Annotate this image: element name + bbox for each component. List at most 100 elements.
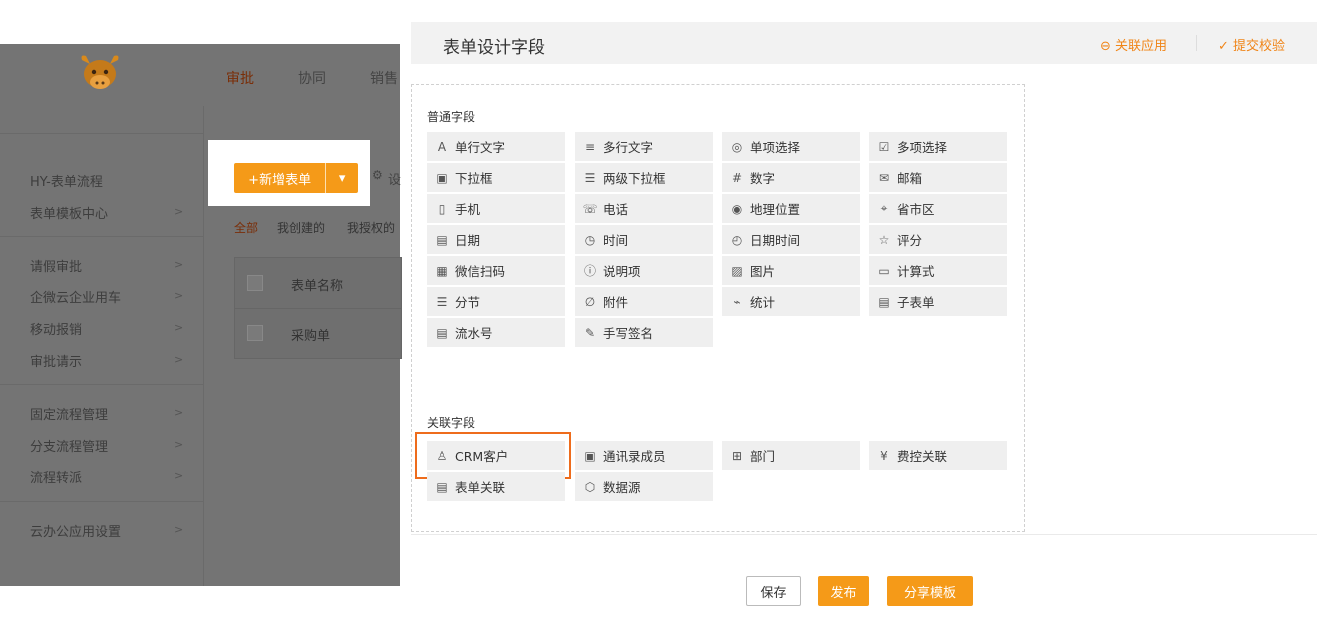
sidebar-item-branch-flow[interactable]: 分支流程管理 bbox=[30, 436, 108, 455]
field-radio[interactable]: ◎ 单项选择 bbox=[722, 132, 860, 161]
field-image[interactable]: ▨ 图片 bbox=[722, 256, 860, 285]
field-org[interactable]: ⊞ 部门 bbox=[722, 441, 860, 470]
field-label: 电话 bbox=[603, 202, 629, 217]
row-checkbox[interactable] bbox=[247, 325, 263, 341]
field-qrcode[interactable]: ▦ 微信扫码 bbox=[427, 256, 565, 285]
field-contacts[interactable]: ▣ 通讯录成员 bbox=[575, 441, 713, 470]
gear-icon[interactable]: ⚙ bbox=[372, 168, 383, 182]
sidebar-item-reimburse[interactable]: 移动报销 bbox=[30, 319, 82, 338]
dropdown-icon: ▣ bbox=[436, 170, 448, 185]
filter-all[interactable]: 全部 bbox=[234, 219, 258, 236]
field-mail[interactable]: ✉ 邮箱 bbox=[869, 163, 1007, 192]
field-label: 分节 bbox=[455, 295, 481, 310]
field-datetime[interactable]: ◴ 日期时间 bbox=[722, 225, 860, 254]
field-user[interactable]: ♙ CRM客户 bbox=[427, 441, 565, 470]
field-label: 单行文字 bbox=[455, 140, 506, 155]
star-icon: ☆ bbox=[878, 232, 890, 247]
panel-title: 表单设计字段 bbox=[443, 38, 545, 58]
location-icon: ◉ bbox=[731, 201, 743, 216]
form-link-icon: ▤ bbox=[436, 479, 448, 494]
field-telephone[interactable]: ☏ 电话 bbox=[575, 194, 713, 223]
link-app-button[interactable]: ⊖ 关联应用 bbox=[1100, 35, 1167, 54]
field-phone[interactable]: ▯ 手机 bbox=[427, 194, 565, 223]
chevron-right-icon: > bbox=[174, 438, 184, 451]
field-subform[interactable]: ▤ 子表单 bbox=[869, 287, 1007, 316]
field-label: 图片 bbox=[750, 264, 776, 279]
publish-button[interactable]: 发布 bbox=[818, 576, 869, 606]
region-icon: ⌖ bbox=[880, 201, 888, 215]
field-section[interactable]: ☰ 分节 bbox=[427, 287, 565, 316]
filter-authorized[interactable]: 我授权的 bbox=[347, 219, 395, 236]
link-app-label: 关联应用 bbox=[1115, 39, 1168, 54]
sidebar-separator bbox=[0, 133, 203, 134]
sidebar-divider bbox=[203, 106, 204, 586]
sidebar-item-transfer[interactable]: 流程转派 bbox=[30, 467, 82, 486]
footer-divider bbox=[411, 534, 1317, 535]
field-label: 附件 bbox=[603, 295, 629, 310]
field-formula[interactable]: ▭ 计算式 bbox=[869, 256, 1007, 285]
chevron-right-icon: > bbox=[174, 353, 184, 366]
text-icon: A bbox=[437, 139, 447, 154]
link-icon: ⊖ bbox=[1100, 39, 1111, 54]
nav-approval[interactable]: 审批 bbox=[226, 68, 254, 88]
chevron-down-icon[interactable]: ▾ bbox=[325, 163, 358, 193]
submit-check-button[interactable]: ✓ 提交校验 bbox=[1218, 35, 1285, 54]
field-label: 微信扫码 bbox=[455, 264, 506, 279]
radio-icon: ◎ bbox=[731, 139, 743, 154]
field-label: 费控关联 bbox=[897, 449, 948, 464]
related-fields-label: 关联字段 bbox=[427, 416, 476, 430]
field-label: 日期时间 bbox=[750, 233, 801, 248]
field-text[interactable]: A 单行文字 bbox=[427, 132, 565, 161]
field-star[interactable]: ☆ 评分 bbox=[869, 225, 1007, 254]
check-circle-icon: ✓ bbox=[1218, 39, 1229, 54]
field-info[interactable]: ⓘ 说明项 bbox=[575, 256, 713, 285]
sidebar-item-car[interactable]: 企微云企业用车 bbox=[30, 287, 121, 306]
signature-icon: ✎ bbox=[584, 325, 596, 340]
chevron-right-icon: > bbox=[174, 406, 184, 419]
field-cube[interactable]: ⬡ 数据源 bbox=[575, 472, 713, 501]
field-serial[interactable]: ▤ 流水号 bbox=[427, 318, 565, 347]
field-multiline[interactable]: ≡ 多行文字 bbox=[575, 132, 713, 161]
sidebar-item-fixed-flow[interactable]: 固定流程管理 bbox=[30, 404, 108, 423]
field-cascade[interactable]: ☰ 两级下拉框 bbox=[575, 163, 713, 192]
nav-sales[interactable]: 销售 bbox=[370, 68, 398, 88]
table-cell-name[interactable]: 采购单 bbox=[291, 325, 330, 344]
field-stats[interactable]: ⌁ 统计 bbox=[722, 287, 860, 316]
field-form-link[interactable]: ▤ 表单关联 bbox=[427, 472, 565, 501]
sidebar-separator bbox=[0, 236, 203, 237]
field-checkbox[interactable]: ☑ 多项选择 bbox=[869, 132, 1007, 161]
nav-collab[interactable]: 协同 bbox=[298, 68, 326, 88]
field-label: 省市区 bbox=[897, 202, 935, 217]
datetime-icon: ◴ bbox=[731, 232, 743, 247]
select-all-checkbox[interactable] bbox=[247, 275, 263, 291]
new-form-button[interactable]: +新增表单 ▾ bbox=[234, 163, 358, 193]
multiline-icon: ≡ bbox=[584, 139, 596, 154]
sidebar-item-hy-form[interactable]: HY-表单流程 bbox=[30, 171, 103, 190]
field-calendar[interactable]: ▤ 日期 bbox=[427, 225, 565, 254]
sidebar-item-leave[interactable]: 请假审批 bbox=[30, 256, 82, 275]
field-clock[interactable]: ◷ 时间 bbox=[575, 225, 713, 254]
user-icon: ♙ bbox=[436, 448, 448, 463]
yuan-icon: ¥ bbox=[880, 448, 888, 463]
field-yuan[interactable]: ¥ 费控关联 bbox=[869, 441, 1007, 470]
cube-icon: ⬡ bbox=[584, 479, 596, 494]
filter-mine[interactable]: 我创建的 bbox=[277, 219, 325, 236]
share-template-button[interactable]: 分享模板 bbox=[887, 576, 973, 606]
field-label: 多行文字 bbox=[603, 140, 654, 155]
phone-icon: ▯ bbox=[438, 201, 446, 216]
sidebar-separator bbox=[0, 384, 203, 385]
field-number[interactable]: # 数字 bbox=[722, 163, 860, 192]
field-signature[interactable]: ✎ 手写签名 bbox=[575, 318, 713, 347]
sidebar-item-request[interactable]: 审批请示 bbox=[30, 351, 82, 370]
field-dropdown[interactable]: ▣ 下拉框 bbox=[427, 163, 565, 192]
save-button[interactable]: 保存 bbox=[746, 576, 801, 606]
field-region[interactable]: ⌖ 省市区 bbox=[869, 194, 1007, 223]
field-label: 单项选择 bbox=[750, 140, 801, 155]
sidebar-item-cloud-settings[interactable]: 云办公应用设置 bbox=[30, 521, 121, 540]
field-location[interactable]: ◉ 地理位置 bbox=[722, 194, 860, 223]
mail-icon: ✉ bbox=[878, 170, 890, 185]
sidebar-item-template-center[interactable]: 表单模板中心 bbox=[30, 203, 108, 222]
header-separator bbox=[1196, 35, 1197, 51]
bull-logo-icon bbox=[81, 55, 119, 89]
field-attachment[interactable]: ∅ 附件 bbox=[575, 287, 713, 316]
